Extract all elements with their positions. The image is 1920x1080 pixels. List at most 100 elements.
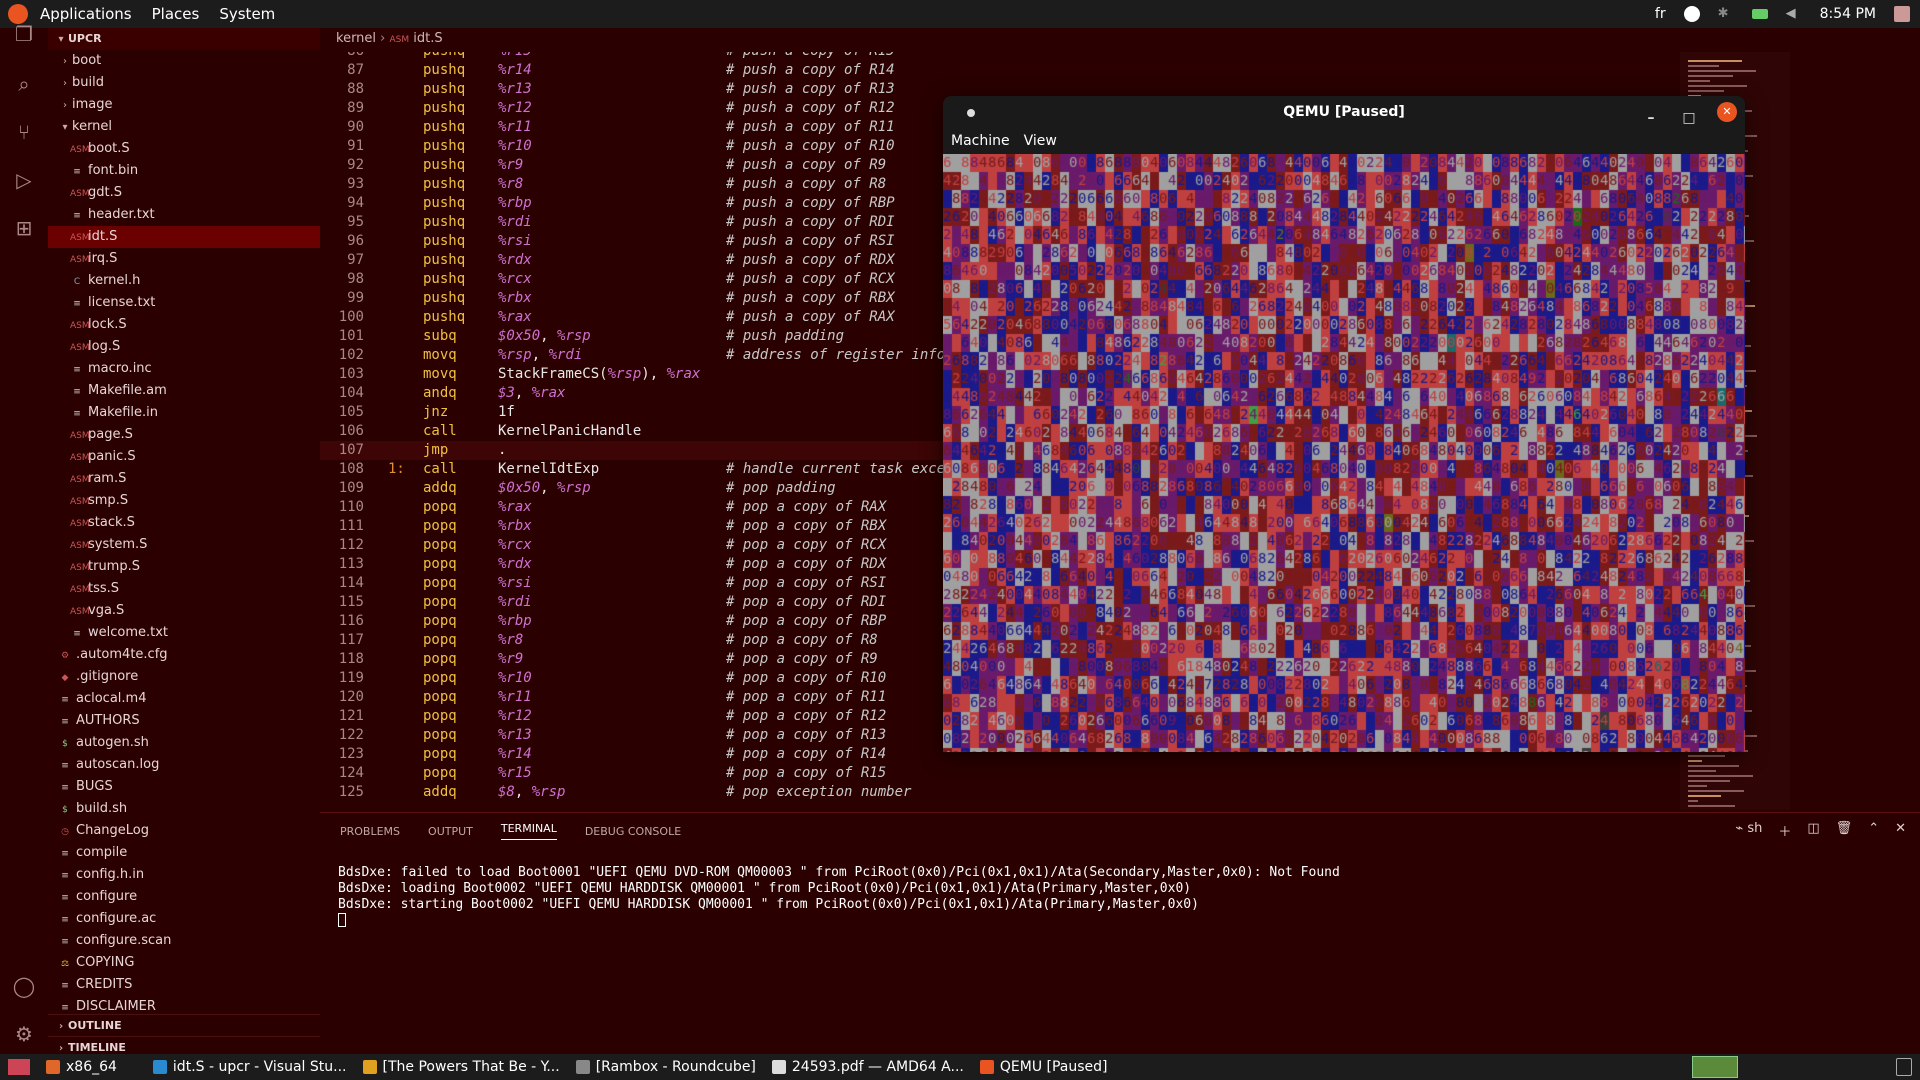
kill-terminal-icon[interactable]: 🗑: [1836, 821, 1853, 840]
file-tree-item[interactable]: Ckernel.h: [48, 270, 320, 292]
file-tree-item[interactable]: ≡ CREDITS: [48, 974, 320, 996]
taskbar-window-button[interactable]: [Rambox - Roundcube]: [568, 1054, 764, 1080]
network-icon[interactable]: [1683, 6, 1700, 22]
file-tree-item[interactable]: ASMirq.S: [48, 248, 320, 270]
breadcrumb-folder[interactable]: kernel: [336, 31, 376, 46]
file-tree-item[interactable]: ASMtss.S: [48, 578, 320, 600]
run-debug-icon[interactable]: ▷: [12, 168, 36, 192]
file-tree-item[interactable]: $ autogen.sh: [48, 732, 320, 754]
tab-debug-console[interactable]: DEBUG CONSOLE: [585, 825, 681, 838]
terminal-shell-label[interactable]: ⌁ sh: [1735, 821, 1762, 840]
explorer-icon[interactable]: ❐: [12, 22, 36, 46]
clock[interactable]: 8:54 PM: [1820, 6, 1876, 22]
file-tree-item[interactable]: ≡ Makefile.in: [48, 402, 320, 424]
file-tree-item[interactable]: ≡ configure: [48, 886, 320, 908]
view-menu[interactable]: View: [1024, 128, 1057, 154]
file-tree-item[interactable]: ASMtrump.S: [48, 556, 320, 578]
bluetooth-icon[interactable]: ✱: [1718, 6, 1734, 22]
file-tree-item[interactable]: ≡ configure.scan: [48, 930, 320, 952]
applications-menu[interactable]: Applications: [30, 5, 142, 23]
file-tree-item[interactable]: ASMlock.S: [48, 314, 320, 336]
volume-icon[interactable]: ◀: [1786, 6, 1802, 22]
taskbar-window-button[interactable]: 24593.pdf — AMD64 A...: [764, 1054, 972, 1080]
file-tree-item[interactable]: ≡ configure.ac: [48, 908, 320, 930]
code-line[interactable]: 87 pushq %r14 # push a copy of R14: [320, 61, 1790, 80]
qemu-titlebar[interactable]: QEMU [Paused] – □ ✕: [943, 96, 1745, 128]
code-line[interactable]: 86 pushq %r15 # push a copy of R15: [320, 52, 1790, 61]
account-icon[interactable]: ◯: [12, 974, 36, 998]
file-tree-item[interactable]: ASMboot.S: [48, 138, 320, 160]
tab-problems[interactable]: PROBLEMS: [340, 825, 400, 838]
trash-icon[interactable]: [1896, 1058, 1912, 1076]
battery-icon[interactable]: [1751, 9, 1768, 19]
file-tree-item[interactable]: ≡ compile: [48, 842, 320, 864]
code-line[interactable]: 124 popq %r15 # pop a copy of R15: [320, 764, 1790, 783]
code-line[interactable]: 125 addq $8, %rsp # pop exception number: [320, 783, 1790, 802]
file-tree-item[interactable]: ≡ license.txt: [48, 292, 320, 314]
search-icon[interactable]: ⌕: [12, 72, 36, 96]
places-menu[interactable]: Places: [142, 5, 210, 23]
system-menu[interactable]: System: [209, 5, 285, 23]
ubuntu-logo-icon[interactable]: [8, 4, 28, 24]
file-tree-item[interactable]: ≡ config.h.in: [48, 864, 320, 886]
file-tree-item[interactable]: ASMpage.S: [48, 424, 320, 446]
outline-section[interactable]: › OUTLINE: [48, 1014, 320, 1036]
tab-output[interactable]: OUTPUT: [428, 825, 473, 838]
file-tree-item[interactable]: ≡ font.bin: [48, 160, 320, 182]
file-tree-item[interactable]: ≡ autoscan.log: [48, 754, 320, 776]
show-desktop-icon[interactable]: [8, 1059, 30, 1075]
terminal-output[interactable]: BdsDxe: failed to load Boot0001 "UEFI QE…: [338, 865, 1340, 932]
file-tree-item[interactable]: ≡ welcome.txt: [48, 622, 320, 644]
taskbar-window-button[interactable]: QEMU [Paused]: [972, 1054, 1116, 1080]
file-tree-item[interactable]: ≡ header.txt: [48, 204, 320, 226]
code-operands: %r13: [498, 727, 532, 743]
file-tree-item[interactable]: ≡ BUGS: [48, 776, 320, 798]
taskbar-window-button[interactable]: x86_64: [38, 1054, 125, 1080]
file-tree-item[interactable]: ASMidt.S: [48, 226, 320, 248]
file-tree-item[interactable]: ▾ kernel: [48, 116, 320, 138]
new-terminal-icon[interactable]: ＋: [1778, 821, 1791, 840]
source-control-icon[interactable]: ⑂: [12, 120, 36, 144]
file-tree-item[interactable]: ASMpanic.S: [48, 446, 320, 468]
file-tree-item[interactable]: ASMram.S: [48, 468, 320, 490]
keyboard-layout[interactable]: fr: [1655, 6, 1666, 22]
file-tree-item[interactable]: › boot: [48, 50, 320, 72]
file-tree-item[interactable]: ASMlog.S: [48, 336, 320, 358]
qemu-display[interactable]: [943, 154, 1745, 752]
file-tree-item[interactable]: ≡ aclocal.m4: [48, 688, 320, 710]
close-icon[interactable]: ✕: [1717, 102, 1737, 122]
file-tree-item[interactable]: › build: [48, 72, 320, 94]
file-tree-item[interactable]: ASMstack.S: [48, 512, 320, 534]
settings-gear-icon[interactable]: ⚙: [12, 1022, 36, 1046]
file-tree-item[interactable]: $ build.sh: [48, 798, 320, 820]
session-icon[interactable]: [1894, 6, 1910, 22]
close-panel-icon[interactable]: ✕: [1895, 821, 1906, 840]
extensions-icon[interactable]: ⊞: [12, 216, 36, 240]
file-tree-item[interactable]: ASMvga.S: [48, 600, 320, 622]
maximize-panel-icon[interactable]: ⌃: [1868, 821, 1879, 840]
file-tree-item[interactable]: ⚙ .autom4te.cfg: [48, 644, 320, 666]
file-tree-item[interactable]: ⚖ COPYING: [48, 952, 320, 974]
machine-menu[interactable]: Machine: [951, 128, 1010, 154]
file-tree-item[interactable]: ASMsystem.S: [48, 534, 320, 556]
file-tree-item[interactable]: ASMgdt.S: [48, 182, 320, 204]
file-tree-item[interactable]: ◷ ChangeLog: [48, 820, 320, 842]
explorer-project-header[interactable]: ▾ UPCR: [48, 28, 320, 50]
file-tree-item[interactable]: ≡ macro.inc: [48, 358, 320, 380]
breadcrumb-file[interactable]: idt.S: [413, 31, 442, 46]
file-tree-item[interactable]: ASMsmp.S: [48, 490, 320, 512]
file-tree-item[interactable]: ≡ AUTHORS: [48, 710, 320, 732]
minimize-icon[interactable]: –: [1641, 102, 1661, 134]
maximize-icon[interactable]: □: [1679, 102, 1699, 134]
taskbar-window-button[interactable]: idt.S - upcr - Visual Stu...: [145, 1054, 355, 1080]
file-tree-item[interactable]: › image: [48, 94, 320, 116]
workspace-switcher[interactable]: [1692, 1056, 1738, 1078]
split-terminal-icon[interactable]: ◫: [1807, 821, 1819, 840]
file-tree-item[interactable]: ◆ .gitignore: [48, 666, 320, 688]
timeline-section[interactable]: › TIMELINE: [48, 1036, 320, 1054]
window-menu-icon[interactable]: [967, 109, 975, 117]
taskbar-window-button[interactable]: [The Powers That Be - Y...: [355, 1054, 568, 1080]
code-comment: # pop exception number: [726, 784, 912, 800]
tab-terminal[interactable]: TERMINAL: [500, 822, 557, 840]
file-tree-item[interactable]: ≡ Makefile.am: [48, 380, 320, 402]
